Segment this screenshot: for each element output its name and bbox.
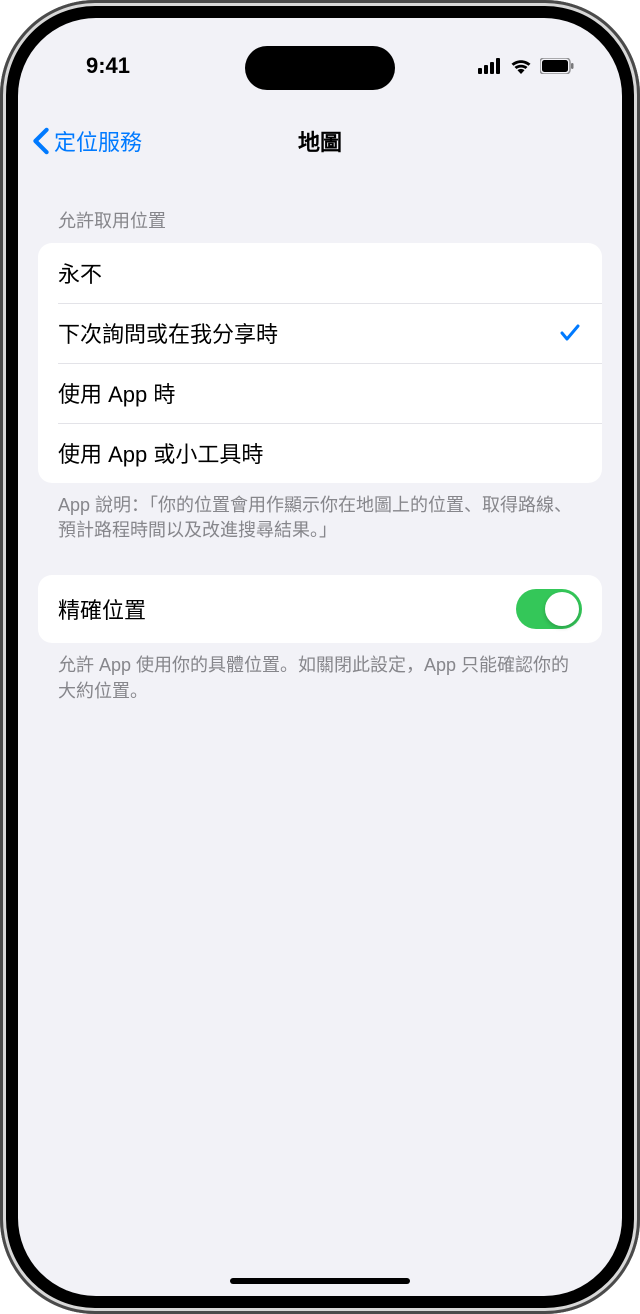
location-access-group: 永不 下次詢問或在我分享時 使用 App 時 使用 App 或小工具時 <box>38 243 602 483</box>
back-button[interactable]: 定位服務 <box>32 125 142 157</box>
status-time: 9:41 <box>86 53 130 79</box>
phone-frame: 9:41 <box>0 0 640 1314</box>
option-label: 下次詢問或在我分享時 <box>58 317 278 349</box>
option-label: 使用 App 或小工具時 <box>58 437 263 469</box>
precise-location-group: 精確位置 <box>38 575 602 643</box>
toggle-knob <box>545 592 579 626</box>
nav-bar: 定位服務 地圖 <box>18 113 622 168</box>
location-access-header: 允許取用位置 <box>38 183 602 243</box>
option-never[interactable]: 永不 <box>38 243 602 303</box>
nav-title: 地圖 <box>298 125 342 157</box>
option-label: 使用 App 時 <box>58 377 175 409</box>
precise-location-label: 精確位置 <box>58 593 146 625</box>
chevron-left-icon <box>32 127 50 155</box>
back-label: 定位服務 <box>54 125 142 157</box>
checkmark-icon <box>558 321 582 345</box>
wifi-icon <box>510 58 532 74</box>
option-while-using-app[interactable]: 使用 App 時 <box>38 363 602 423</box>
precise-location-toggle[interactable] <box>516 589 582 629</box>
home-indicator[interactable] <box>230 1278 410 1284</box>
content: 允許取用位置 永不 下次詢問或在我分享時 使用 App 時 使用 App 或小工… <box>18 183 622 1296</box>
option-label: 永不 <box>58 257 102 289</box>
option-while-using-app-or-widgets[interactable]: 使用 App 或小工具時 <box>38 423 602 483</box>
precise-location-row: 精確位置 <box>38 575 602 643</box>
cellular-icon <box>478 58 502 74</box>
precise-location-footer: 允許 App 使用你的具體位置。如關閉此設定，App 只能確認你的大約位置。 <box>38 643 602 703</box>
battery-icon <box>540 58 574 74</box>
dynamic-island <box>245 46 395 90</box>
option-ask-next-time[interactable]: 下次詢問或在我分享時 <box>38 303 602 363</box>
phone-screen: 9:41 <box>18 18 622 1296</box>
location-access-footer: App 說明：「你的位置會用作顯示你在地圖上的位置、取得路線、預計路程時間以及改… <box>38 483 602 543</box>
status-icons <box>478 58 574 74</box>
